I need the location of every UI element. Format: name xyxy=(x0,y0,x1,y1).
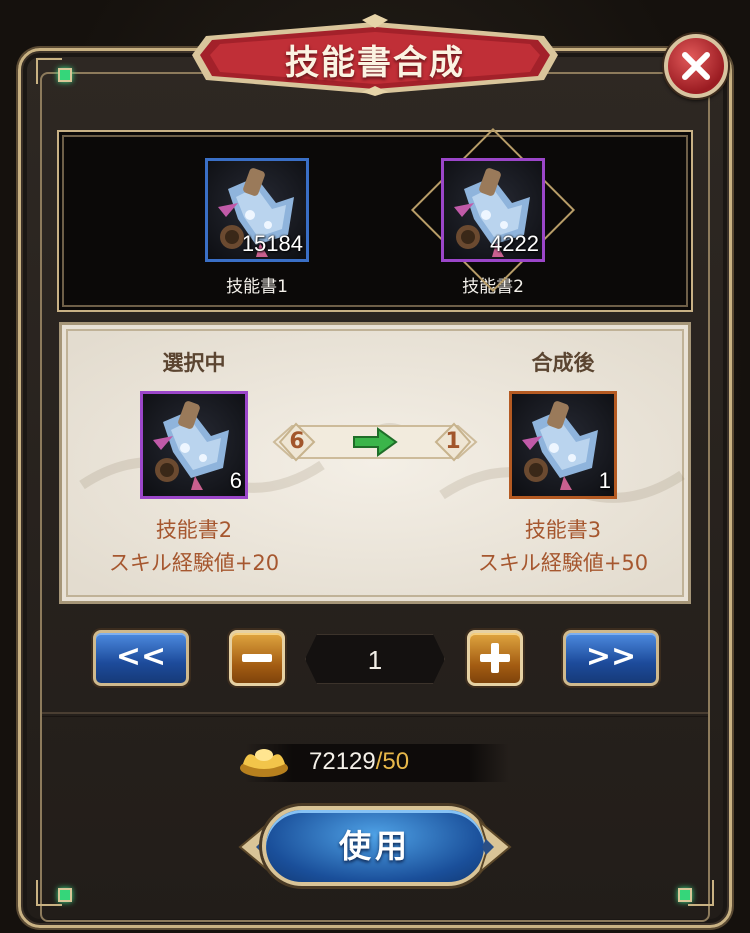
result-heading: 合成後 xyxy=(531,351,595,375)
conversion-ratio: 6 1 xyxy=(270,420,480,464)
ratio-out: 1 xyxy=(445,429,461,454)
plus-icon xyxy=(480,643,510,673)
owned-items-panel: 15184 技能書1 4222 技能書2 xyxy=(57,127,693,312)
result-count: 1 xyxy=(598,468,611,493)
use-button[interactable]: 使用 xyxy=(262,806,488,886)
ratio-in: 6 xyxy=(289,429,305,454)
owned-item-2[interactable]: 4222 技能書2 xyxy=(410,127,576,297)
item-label: 技能書2 xyxy=(462,277,524,297)
cost-value: 72129/50 xyxy=(309,748,409,776)
corner-ornament-bottom-right xyxy=(688,880,714,906)
result-name: 技能書3 xyxy=(524,518,602,542)
gold-ingot-icon xyxy=(240,749,288,777)
increase-quantity-button[interactable] xyxy=(467,630,523,686)
green-arrow-icon xyxy=(353,427,398,457)
result-effect: スキル経験値+50 xyxy=(477,551,649,575)
source-count: 6 xyxy=(229,468,242,493)
source-heading: 選択中 xyxy=(162,351,226,375)
owned-item-1[interactable]: 15184 技能書1 xyxy=(187,158,327,297)
decrease-quantity-button[interactable] xyxy=(229,630,285,686)
use-button-right-ornament xyxy=(478,820,512,874)
source-item-slot[interactable]: 6 xyxy=(140,391,248,499)
corner-ornament-bottom-left xyxy=(36,880,62,906)
item-count: 15184 xyxy=(241,231,303,256)
previous-page-button[interactable]: << xyxy=(93,630,189,686)
synthesis-cost: 72129/50 xyxy=(240,744,509,782)
quantity-input[interactable]: 1 xyxy=(305,634,445,684)
section-divider-shadow xyxy=(42,716,708,717)
result-column: 合成後 1 技能書3 スキル経験値+50 xyxy=(448,347,678,577)
quantity-controls: << 1 >> xyxy=(0,628,750,690)
close-icon xyxy=(682,52,710,80)
section-divider xyxy=(42,712,708,714)
next-page-button[interactable]: >> xyxy=(563,630,659,686)
dialog-title: 技能書合成 xyxy=(285,43,465,83)
source-effect: スキル経験値+20 xyxy=(108,551,280,575)
corner-ornament-top-left xyxy=(36,58,62,84)
source-name: 技能書2 xyxy=(155,518,233,542)
required-gold: 50 xyxy=(382,748,410,775)
item-label: 技能書1 xyxy=(226,277,288,297)
title-banner: 技能書合成 xyxy=(186,14,564,96)
item-count: 4222 xyxy=(490,231,539,256)
minus-icon xyxy=(242,654,272,662)
item-slot: 4222 xyxy=(441,158,545,262)
skill-book-scroll-icon xyxy=(153,401,229,490)
owned-gold: 72129 xyxy=(309,748,376,775)
skill-book-scroll-icon xyxy=(522,401,598,490)
close-button[interactable] xyxy=(664,34,728,98)
item-slot: 15184 xyxy=(205,158,309,262)
result-item-slot[interactable]: 1 xyxy=(509,391,617,499)
